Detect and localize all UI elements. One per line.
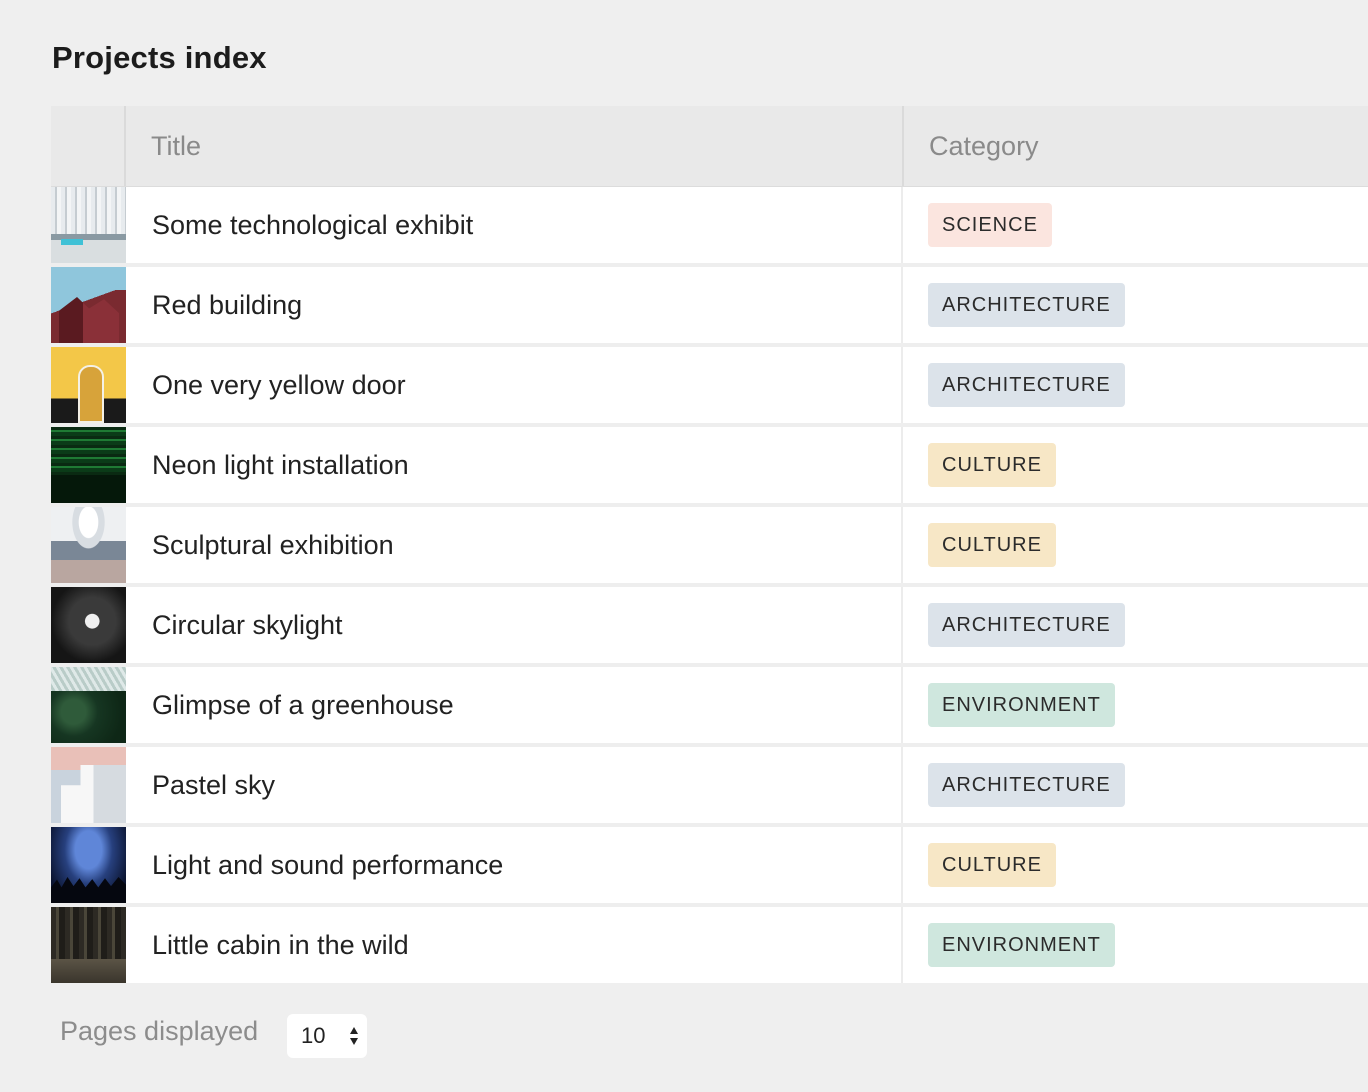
category-badge: SCIENCE [928, 203, 1052, 247]
thumbnail-column-header [51, 106, 126, 186]
category-badge: CULTURE [928, 843, 1056, 887]
project-thumbnail [51, 907, 126, 983]
project-title: Pastel sky [126, 747, 903, 823]
project-thumbnail [51, 187, 126, 263]
pages-displayed-value: 10 [301, 1023, 326, 1048]
category-badge: ARCHITECTURE [928, 363, 1125, 407]
projects-table: Title Category Some technological exhibi… [51, 106, 1368, 983]
project-thumbnail [51, 747, 126, 823]
table-row[interactable]: Red building ARCHITECTURE [51, 267, 1368, 347]
category-badge: ARCHITECTURE [928, 603, 1125, 647]
table-header: Title Category [51, 106, 1368, 187]
select-arrows-icon [350, 1027, 358, 1045]
category-badge: CULTURE [928, 443, 1056, 487]
table-row[interactable]: Circular skylight ARCHITECTURE [51, 587, 1368, 667]
project-thumbnail [51, 267, 126, 343]
pages-displayed-select[interactable]: 10 [287, 1014, 367, 1058]
project-thumbnail [51, 427, 126, 503]
project-title: Some technological exhibit [126, 187, 903, 263]
project-title: One very yellow door [126, 347, 903, 423]
table-row[interactable]: Little cabin in the wild ENVIRONMENT [51, 907, 1368, 983]
category-badge: CULTURE [928, 523, 1056, 567]
project-thumbnail [51, 827, 126, 903]
category-column-header[interactable]: Category [904, 106, 1368, 186]
category-badge: ARCHITECTURE [928, 763, 1125, 807]
project-thumbnail [51, 507, 126, 583]
project-thumbnail [51, 587, 126, 663]
table-row[interactable]: One very yellow door ARCHITECTURE [51, 347, 1368, 427]
project-title: Neon light installation [126, 427, 903, 503]
table-row[interactable]: Neon light installation CULTURE [51, 427, 1368, 507]
project-title: Little cabin in the wild [126, 907, 903, 983]
project-title: Circular skylight [126, 587, 903, 663]
project-title: Sculptural exhibition [126, 507, 903, 583]
project-title: Red building [126, 267, 903, 343]
table-row[interactable]: Some technological exhibit SCIENCE [51, 187, 1368, 267]
category-badge: ENVIRONMENT [928, 923, 1115, 967]
project-title: Light and sound performance [126, 827, 903, 903]
page-title: Projects index [52, 40, 267, 75]
category-badge: ENVIRONMENT [928, 683, 1115, 727]
project-thumbnail [51, 347, 126, 423]
table-row[interactable]: Sculptural exhibition CULTURE [51, 507, 1368, 587]
category-badge: ARCHITECTURE [928, 283, 1125, 327]
table-row[interactable]: Light and sound performance CULTURE [51, 827, 1368, 907]
project-thumbnail [51, 667, 126, 743]
pages-displayed-label: Pages displayed [60, 1016, 259, 1046]
table-row[interactable]: Pastel sky ARCHITECTURE [51, 747, 1368, 827]
project-title: Glimpse of a greenhouse [126, 667, 903, 743]
table-row[interactable]: Glimpse of a greenhouse ENVIRONMENT [51, 667, 1368, 747]
title-column-header[interactable]: Title [126, 106, 904, 186]
